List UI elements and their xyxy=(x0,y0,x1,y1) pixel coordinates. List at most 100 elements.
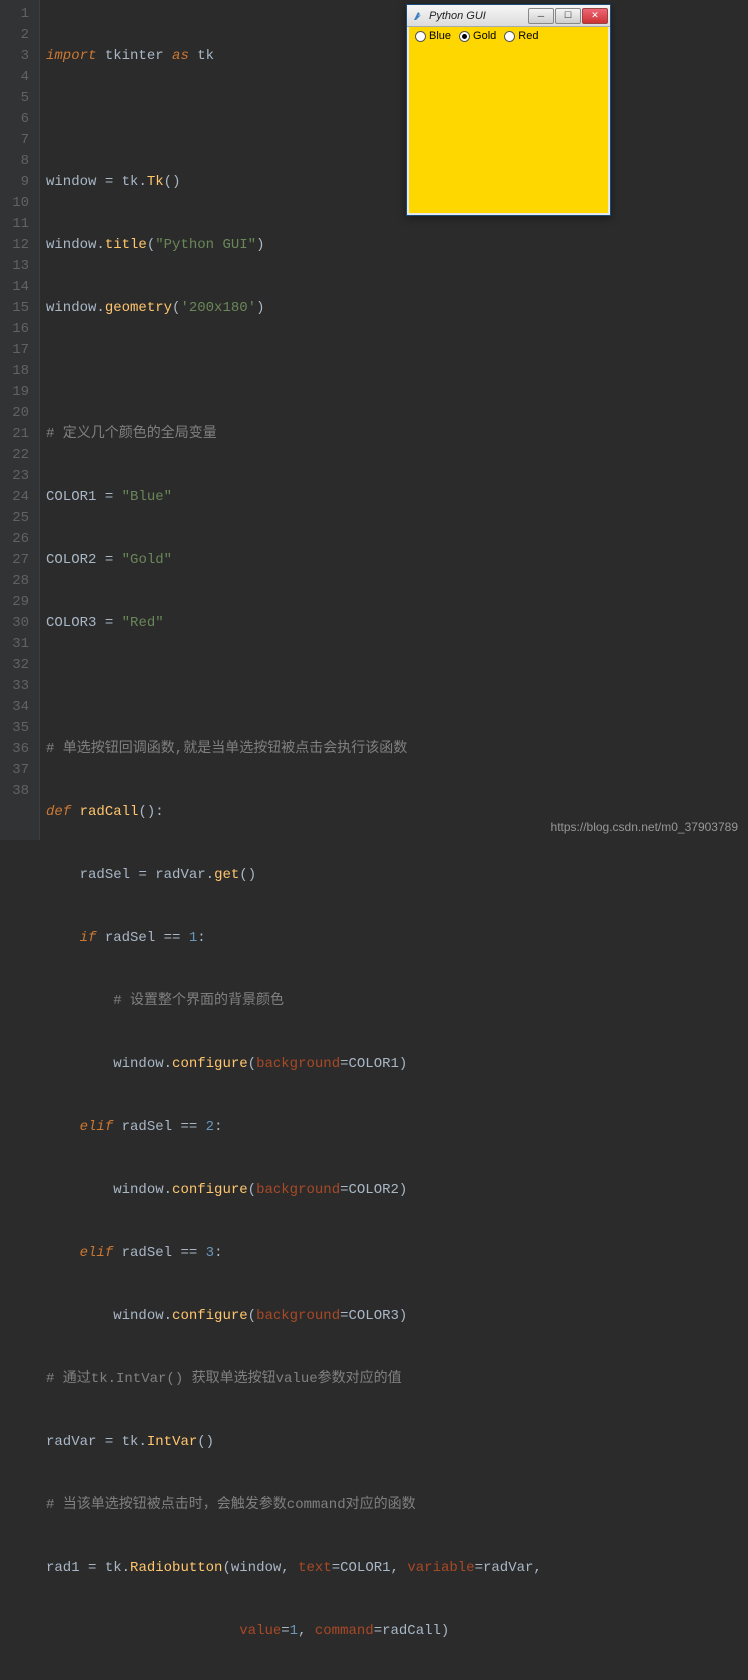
line-number: 28 xyxy=(8,571,29,592)
var: radVar xyxy=(46,1434,96,1450)
line-number-gutter: 1234567891011121314151617181920212223242… xyxy=(0,0,40,840)
dot: . xyxy=(164,1182,172,1198)
var: COLOR3 xyxy=(46,615,96,631)
kwarg: variable xyxy=(407,1560,474,1576)
var: COLOR1 xyxy=(349,1056,399,1072)
colon: : xyxy=(214,1245,222,1261)
number: 3 xyxy=(206,1245,214,1261)
line-number: 25 xyxy=(8,508,29,529)
radio-label: Gold xyxy=(473,30,496,42)
number: 1 xyxy=(290,1623,298,1639)
obj: tk xyxy=(122,174,139,190)
minimize-button[interactable]: ─ xyxy=(528,8,554,24)
line-number: 2 xyxy=(8,25,29,46)
comment: # 单选按钮回调函数,就是当单选按钮被点击会执行该函数 xyxy=(46,741,407,757)
paren: ( xyxy=(248,1056,256,1072)
var: COLOR2 xyxy=(46,552,96,568)
dot: . xyxy=(206,867,214,883)
maximize-button[interactable]: ☐ xyxy=(555,8,581,24)
var: COLOR3 xyxy=(349,1308,399,1324)
radio-gold[interactable]: Gold xyxy=(459,30,496,42)
var: radSel xyxy=(105,930,155,946)
line-number: 15 xyxy=(8,298,29,319)
op: == xyxy=(164,930,181,946)
line-number: 27 xyxy=(8,550,29,571)
op: = xyxy=(105,615,113,631)
line-number: 9 xyxy=(8,172,29,193)
var: COLOR2 xyxy=(349,1182,399,1198)
paren: ) xyxy=(256,300,264,316)
op: = xyxy=(332,1560,340,1576)
line-number: 33 xyxy=(8,676,29,697)
call: configure xyxy=(172,1056,248,1072)
var: window xyxy=(46,174,96,190)
comment: # 定义几个颜色的全局变量 xyxy=(46,426,217,442)
tkinter-window[interactable]: Python GUI ─ ☐ ✕ Blue Gold Red xyxy=(406,4,611,216)
op: = xyxy=(105,489,113,505)
line-number: 17 xyxy=(8,340,29,361)
line-number: 12 xyxy=(8,235,29,256)
close-button[interactable]: ✕ xyxy=(582,8,608,24)
op: = xyxy=(105,552,113,568)
line-number: 1 xyxy=(8,4,29,25)
paren: ( xyxy=(147,237,155,253)
kwarg: command xyxy=(315,1623,374,1639)
obj: window xyxy=(113,1182,163,1198)
line-number: 3 xyxy=(8,46,29,67)
call: geometry xyxy=(105,300,172,316)
line-number: 32 xyxy=(8,655,29,676)
line-number: 24 xyxy=(8,487,29,508)
dot: . xyxy=(164,1308,172,1324)
obj: window xyxy=(46,300,96,316)
line-number: 26 xyxy=(8,529,29,550)
paren: () xyxy=(239,867,256,883)
titlebar[interactable]: Python GUI ─ ☐ ✕ xyxy=(407,5,610,27)
string: "Python GUI" xyxy=(155,237,256,253)
op: = xyxy=(340,1308,348,1324)
alias: tk xyxy=(197,48,214,64)
obj: radVar xyxy=(155,867,205,883)
radio-blue[interactable]: Blue xyxy=(415,30,451,42)
op: = xyxy=(374,1623,382,1639)
keyword: def xyxy=(46,804,71,820)
colon: : xyxy=(197,930,205,946)
string: "Red" xyxy=(122,615,164,631)
window-body: Blue Gold Red xyxy=(407,27,610,215)
paren: ) xyxy=(399,1308,407,1324)
call: Tk xyxy=(147,174,164,190)
call: IntVar xyxy=(147,1434,197,1450)
dot: . xyxy=(122,1560,130,1576)
line-number: 6 xyxy=(8,109,29,130)
call: Radiobutton xyxy=(130,1560,222,1576)
line-number: 10 xyxy=(8,193,29,214)
code-area[interactable]: import tkinter as tk window = tk.Tk() wi… xyxy=(40,0,748,840)
var: radCall xyxy=(382,1623,441,1639)
line-number: 16 xyxy=(8,319,29,340)
var: radSel xyxy=(80,867,130,883)
module-name: tkinter xyxy=(105,48,164,64)
number: 2 xyxy=(206,1119,214,1135)
radio-red[interactable]: Red xyxy=(504,30,538,42)
line-number: 36 xyxy=(8,739,29,760)
radio-label: Red xyxy=(518,30,538,42)
line-number: 7 xyxy=(8,130,29,151)
keyword: as xyxy=(172,48,189,64)
paren: ( xyxy=(222,1560,230,1576)
radio-circle-icon xyxy=(504,31,515,42)
var: radSel xyxy=(122,1245,172,1261)
comma: , xyxy=(298,1623,306,1639)
op: = xyxy=(475,1560,483,1576)
dot: . xyxy=(164,1056,172,1072)
keyword: import xyxy=(46,48,96,64)
op: == xyxy=(180,1119,197,1135)
op: = xyxy=(138,867,146,883)
number: 1 xyxy=(189,930,197,946)
line-number: 5 xyxy=(8,88,29,109)
line-number: 14 xyxy=(8,277,29,298)
string: "Gold" xyxy=(122,552,172,568)
keyword: elif xyxy=(80,1119,114,1135)
dot: . xyxy=(138,1434,146,1450)
call: title xyxy=(105,237,147,253)
paren: ) xyxy=(441,1623,449,1639)
var: radSel xyxy=(122,1119,172,1135)
